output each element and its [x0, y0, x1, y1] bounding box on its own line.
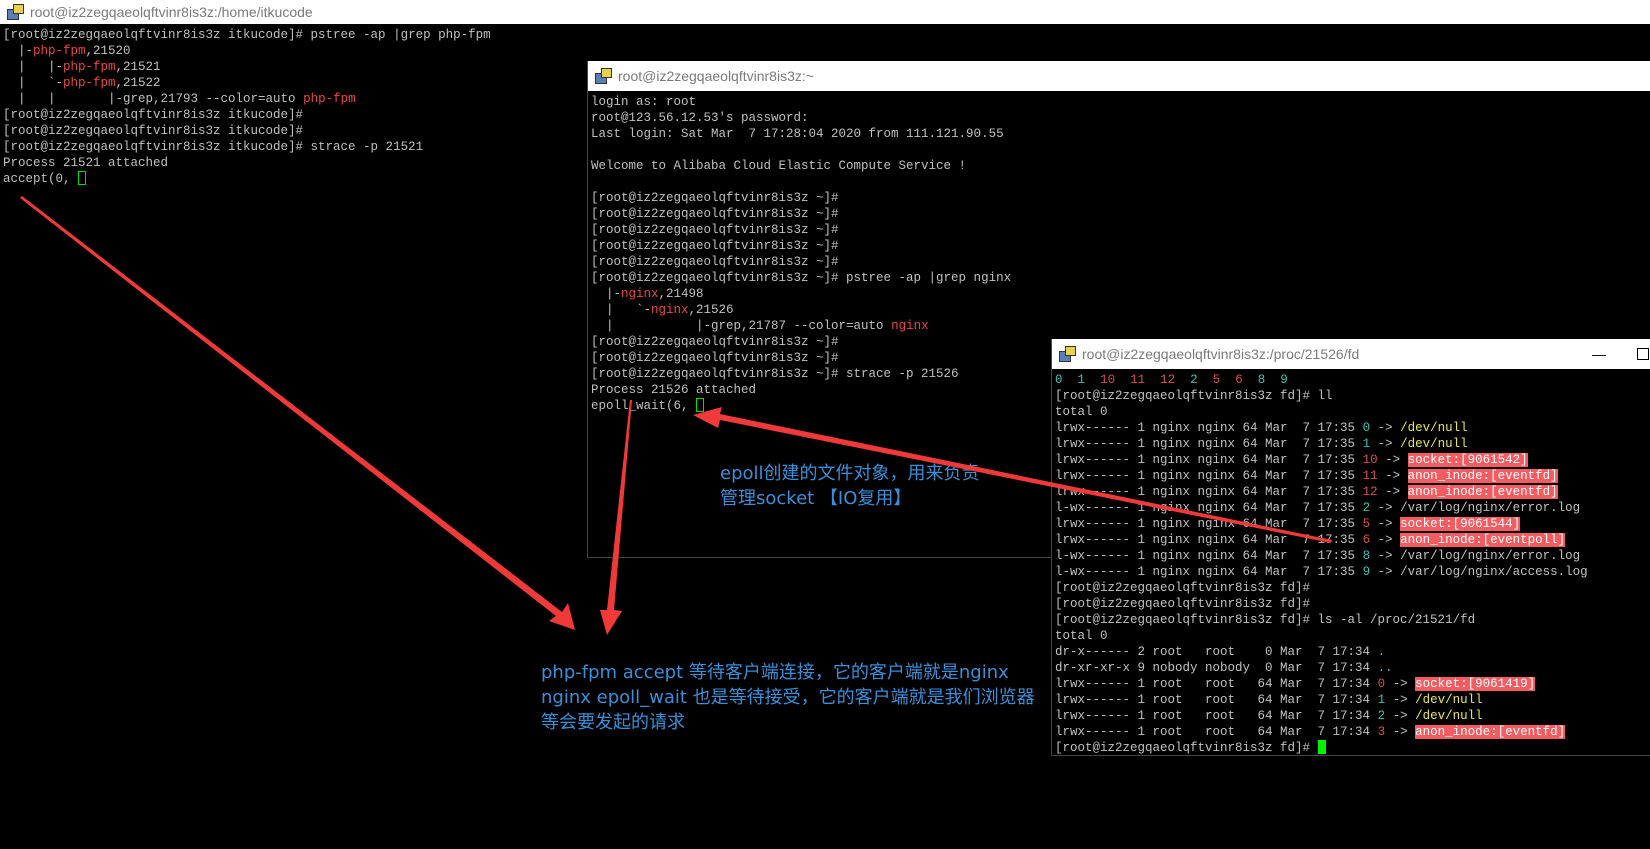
arrow-accept [20, 196, 575, 630]
arrow-layer [20, 196, 1332, 635]
arrow-eventpoll [693, 407, 1332, 543]
arrow-epoll-wait [600, 400, 632, 635]
